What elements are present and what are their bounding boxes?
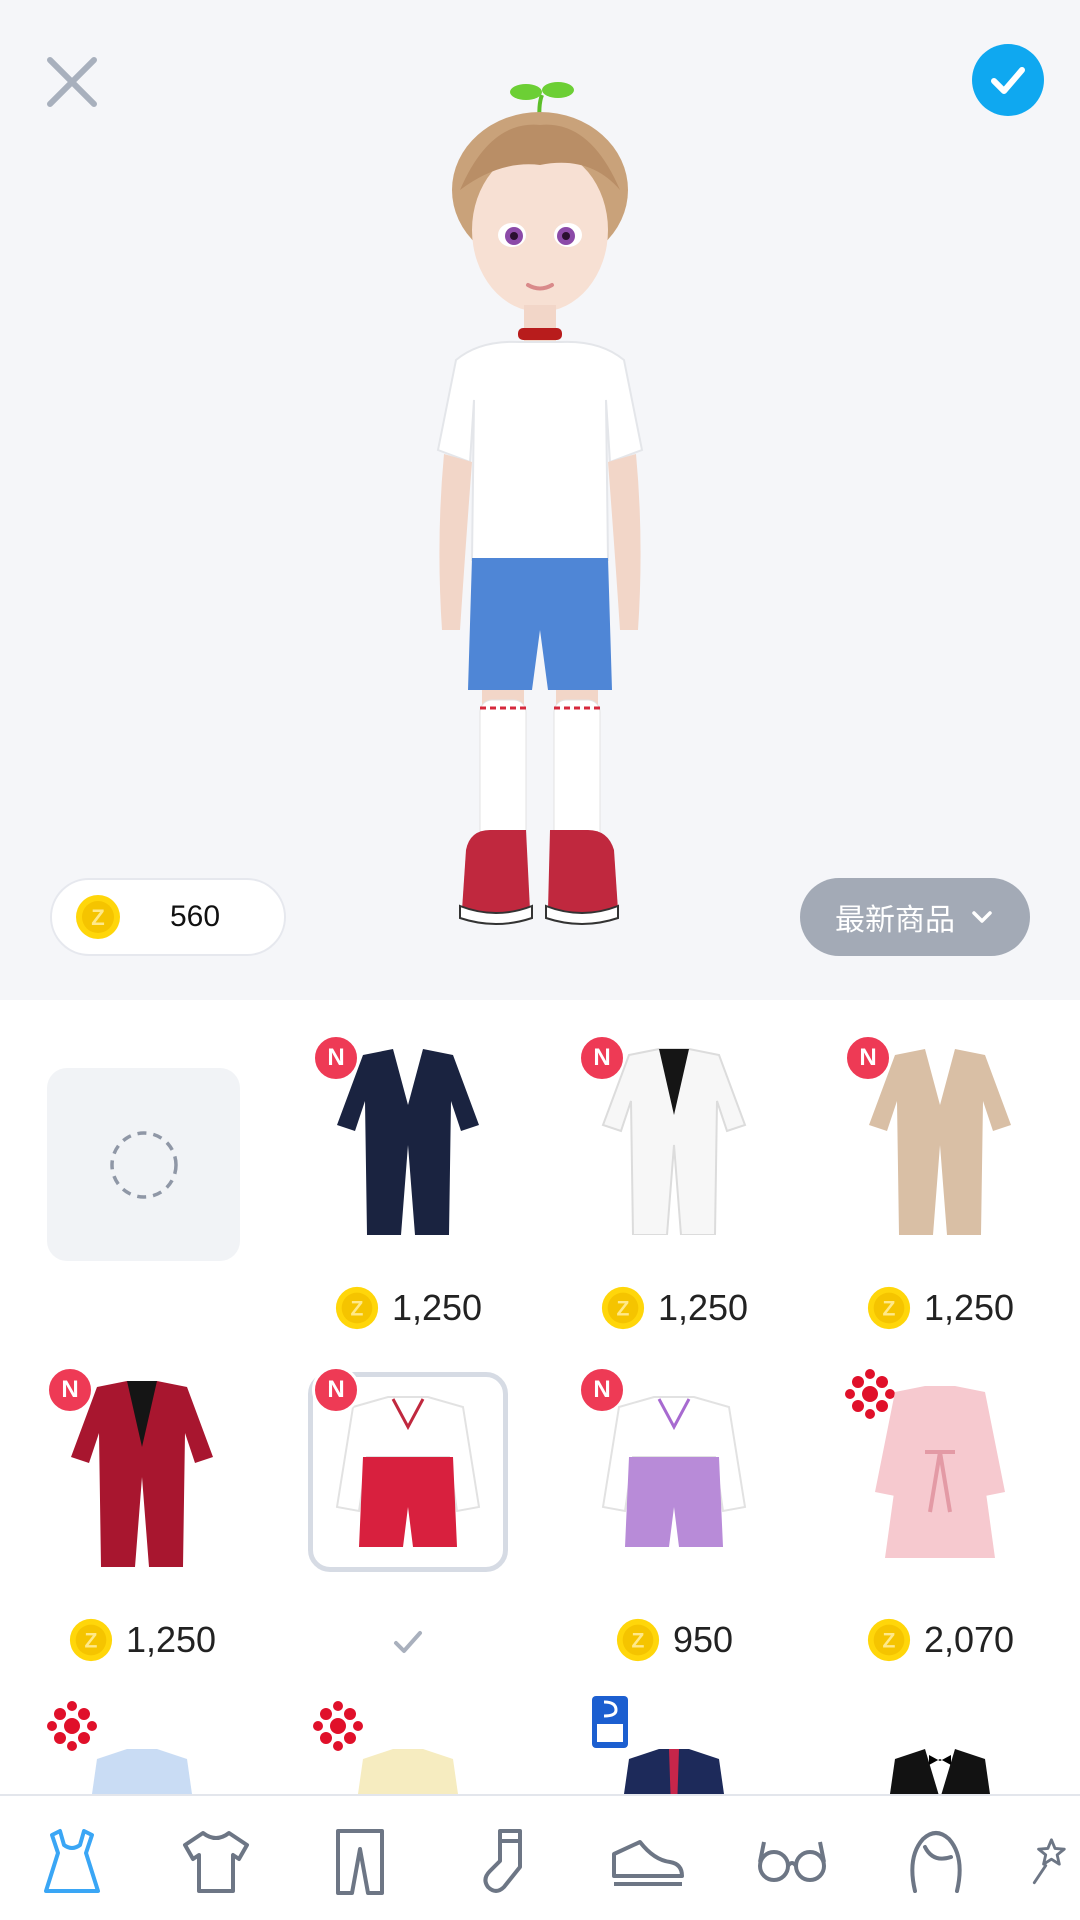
zepeto-coin-icon: Z bbox=[69, 1618, 113, 1662]
item-thumbnail bbox=[308, 1040, 508, 1240]
svg-text:Z: Z bbox=[85, 1630, 98, 1653]
star-wand-icon bbox=[1032, 1838, 1066, 1885]
close-button[interactable] bbox=[40, 50, 104, 114]
item-price: Z 1,250 bbox=[32, 1617, 252, 1663]
item-tile-school-uniform[interactable] bbox=[564, 1664, 784, 1794]
item-price-value: 1,250 bbox=[125, 1619, 217, 1660]
check-icon bbox=[991, 67, 1025, 94]
item-grid: N Z 1,250 N Z 1,250 N Z 1,250 N Z 1,250 … bbox=[0, 1000, 1080, 1794]
glasses-icon bbox=[758, 1841, 826, 1882]
avatar-figure[interactable] bbox=[420, 70, 660, 970]
item-price-value: 1,250 bbox=[391, 1287, 483, 1328]
empty-dashed-circle-icon bbox=[109, 1130, 178, 1199]
item-tile-crimson-suit[interactable]: N Z 1,250 bbox=[32, 1332, 252, 1662]
item-price: Z 2,070 bbox=[830, 1617, 1050, 1663]
item-thumbnail bbox=[574, 1704, 774, 1794]
zepeto-coin-icon: Z bbox=[601, 1286, 645, 1330]
item-price: Z 950 bbox=[564, 1617, 784, 1663]
coin-balance-amount: 560 bbox=[170, 900, 221, 933]
pants-icon bbox=[336, 1829, 384, 1895]
zepeto-coin-icon: Z bbox=[867, 1286, 911, 1330]
item-price-value: 1,250 bbox=[657, 1287, 749, 1328]
item-price: Z 1,250 bbox=[830, 1285, 1050, 1331]
svg-text:Z: Z bbox=[883, 1298, 896, 1321]
item-thumbnail bbox=[42, 1704, 242, 1794]
svg-text:Z: Z bbox=[351, 1298, 364, 1321]
sock-icon bbox=[483, 1829, 522, 1893]
hair-icon bbox=[910, 1831, 962, 1893]
check-icon bbox=[394, 1631, 422, 1653]
tab-hair[interactable] bbox=[896, 1822, 976, 1902]
category-tab-bar bbox=[0, 1794, 1080, 1920]
remove-item-slot[interactable] bbox=[47, 1068, 240, 1261]
item-thumbnail bbox=[574, 1372, 774, 1572]
item-tile-pink-dress[interactable]: Z 2,070 bbox=[830, 1332, 1050, 1662]
zepeto-coin-icon: Z bbox=[335, 1286, 379, 1330]
item-thumbnail bbox=[840, 1372, 1040, 1572]
item-price-value: 2,070 bbox=[923, 1619, 1015, 1660]
item-tile-beige-suit[interactable]: N Z 1,250 bbox=[830, 1000, 1050, 1330]
tab-accessories[interactable] bbox=[752, 1822, 832, 1902]
sort-dropdown[interactable]: 最新商品 bbox=[800, 878, 1030, 956]
dress-icon bbox=[44, 1829, 100, 1893]
item-thumbnail bbox=[840, 1040, 1040, 1240]
tab-dress[interactable] bbox=[32, 1822, 112, 1902]
item-thumbnail bbox=[308, 1704, 508, 1794]
equipped-check bbox=[298, 1622, 518, 1662]
item-thumbnail bbox=[42, 1372, 242, 1572]
tshirt-icon bbox=[183, 1831, 249, 1893]
zepeto-coin-icon: Z bbox=[616, 1618, 660, 1662]
item-price: Z 1,250 bbox=[564, 1285, 784, 1331]
zepeto-coin-icon: Z bbox=[867, 1618, 911, 1662]
chevron-down-icon bbox=[972, 911, 992, 923]
item-tile-white-suit[interactable]: N Z 1,250 bbox=[564, 1000, 784, 1330]
item-price-value: 1,250 bbox=[923, 1287, 1015, 1328]
tab-shoes[interactable] bbox=[608, 1822, 688, 1902]
tab-tops[interactable] bbox=[176, 1822, 256, 1902]
item-tile-yellow-outfit[interactable] bbox=[298, 1664, 518, 1794]
avatar-preview-area: Z 560 最新商品 bbox=[0, 0, 1080, 1000]
coin-balance[interactable]: Z 560 bbox=[50, 878, 286, 956]
item-tile-red-shorts-outfit[interactable]: N bbox=[298, 1332, 518, 1653]
item-price: Z 1,250 bbox=[298, 1285, 518, 1331]
close-icon bbox=[47, 57, 97, 107]
item-thumbnail bbox=[840, 1704, 1040, 1794]
zepeto-coin-icon: Z bbox=[76, 895, 120, 939]
tab-effects[interactable] bbox=[1030, 1822, 1080, 1902]
avatar-closet-screen: Z 560 最新商品 N Z 1,250 N Z 1,250 N Z 1,250… bbox=[0, 0, 1080, 1920]
item-price-value: 950 bbox=[672, 1619, 734, 1660]
sneaker-icon bbox=[612, 1840, 684, 1886]
svg-text:Z: Z bbox=[632, 1630, 645, 1653]
tab-bottoms[interactable] bbox=[320, 1822, 400, 1902]
confirm-button[interactable] bbox=[972, 44, 1044, 116]
item-tile-navy-suit[interactable]: N Z 1,250 bbox=[298, 1000, 518, 1330]
item-tile-purple-shorts-outfit[interactable]: N Z 950 bbox=[564, 1332, 784, 1662]
svg-text:Z: Z bbox=[617, 1298, 630, 1321]
item-tile-light-blue-outfit[interactable] bbox=[32, 1664, 252, 1794]
svg-text:Z: Z bbox=[883, 1630, 896, 1653]
new-badge: N bbox=[312, 1366, 360, 1414]
svg-text:Z: Z bbox=[91, 905, 104, 930]
sort-label: 最新商品 bbox=[835, 904, 955, 937]
item-tile-tuxedo[interactable] bbox=[830, 1664, 1050, 1794]
item-thumbnail bbox=[574, 1040, 774, 1240]
tab-socks[interactable] bbox=[464, 1822, 544, 1902]
